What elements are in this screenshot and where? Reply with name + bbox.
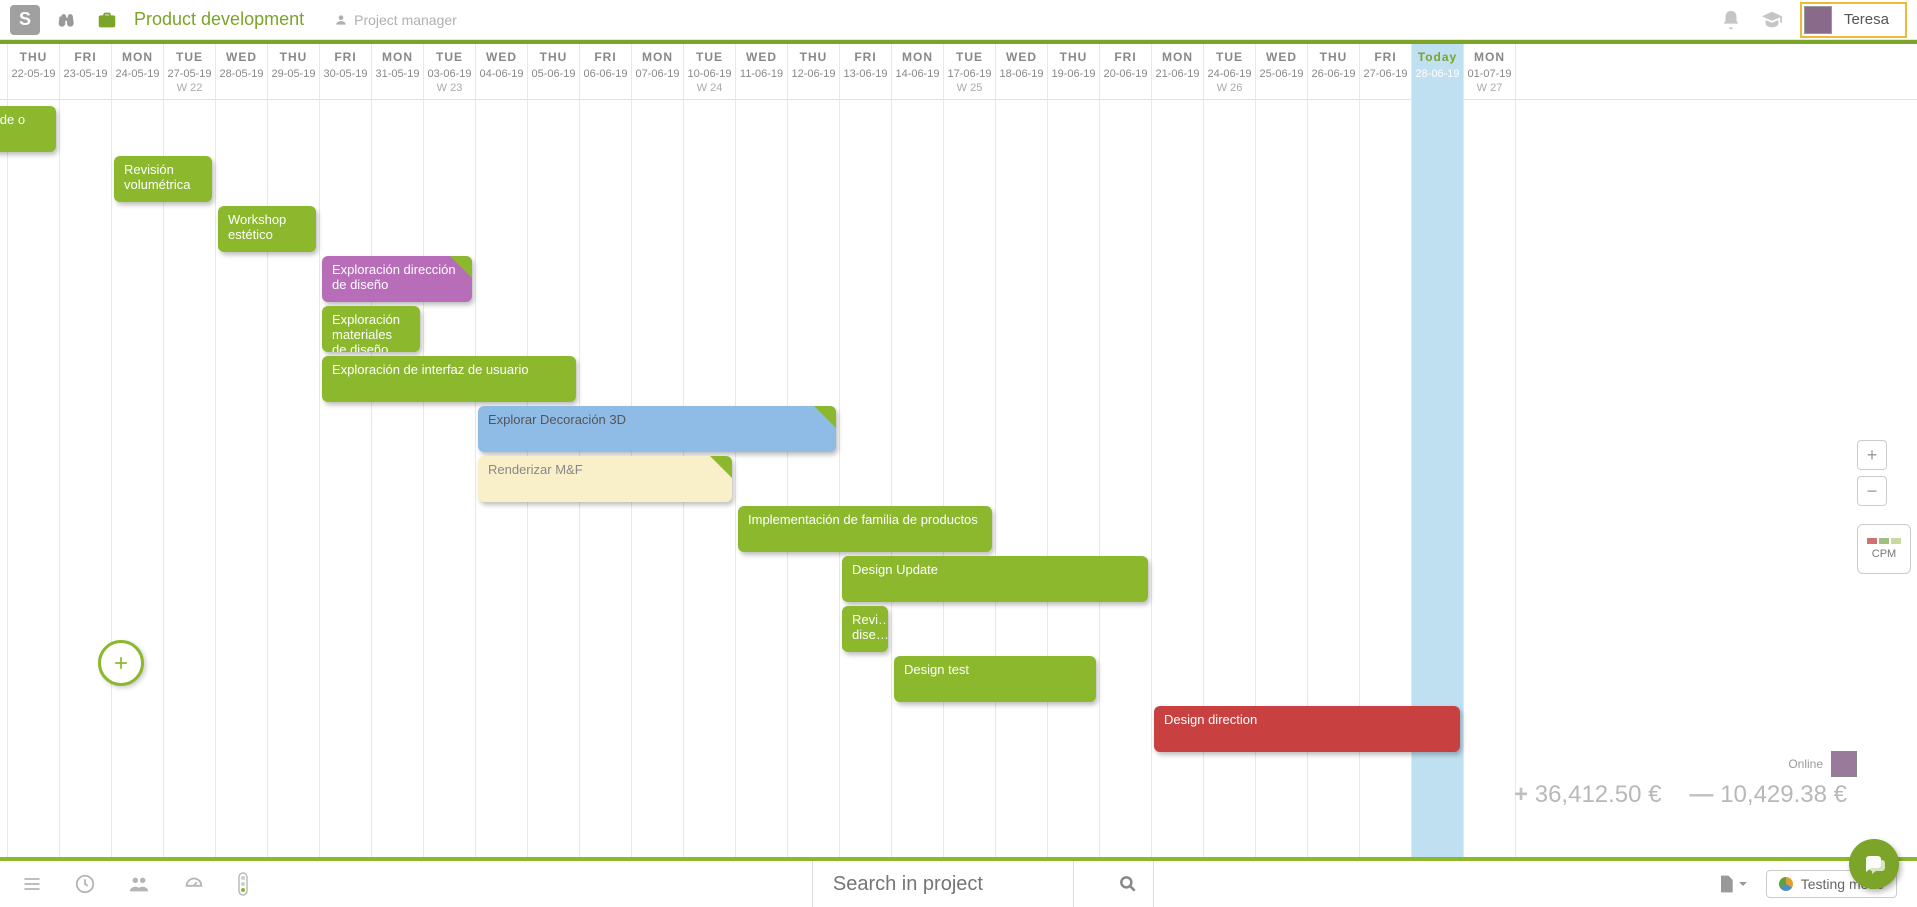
dashboard-icon[interactable]: [182, 873, 206, 895]
timeline-column: [944, 100, 996, 857]
timeline-column: [372, 100, 424, 857]
presence-status: Online: [1788, 757, 1823, 771]
zoom-in-button[interactable]: +: [1857, 440, 1887, 470]
search-container: [812, 861, 1074, 907]
timeline-column-header[interactable]: TUE27-05-19W 22: [164, 44, 216, 100]
income-value: 36,412.50 €: [1514, 781, 1661, 809]
bell-icon[interactable]: [1720, 9, 1742, 31]
gantt-task[interactable]: Explorar Decoración 3D: [478, 406, 836, 452]
timeline-column: [320, 100, 372, 857]
chat-button[interactable]: [1849, 839, 1899, 889]
graduation-icon[interactable]: [1760, 9, 1784, 31]
timeline-column: [840, 100, 892, 857]
timeline-header: THU22-05-19FRI23-05-19MON24-05-19TUE27-0…: [0, 44, 1917, 100]
timeline-column-header[interactable]: [0, 44, 8, 100]
briefcase-icon[interactable]: [94, 7, 120, 33]
timeline-column-header[interactable]: THU22-05-19: [8, 44, 60, 100]
bottombar: Testing mode: [0, 857, 1917, 907]
timeline-column: [164, 100, 216, 857]
timeline-column-header[interactable]: MON31-05-19: [372, 44, 424, 100]
timeline-column-header[interactable]: FRI27-06-19: [1360, 44, 1412, 100]
project-title[interactable]: Product development: [134, 9, 304, 30]
timeline-column-header[interactable]: FRI20-06-19: [1100, 44, 1152, 100]
gantt-task[interactable]: Exploración materiales de diseño: [322, 306, 420, 352]
gantt-task[interactable]: Implementación de familia de productos: [738, 506, 992, 552]
timeline-column-header[interactable]: MON24-05-19: [112, 44, 164, 100]
gantt-task[interactable]: Renderizar M&F: [478, 456, 732, 502]
timeline-column: [1100, 100, 1152, 857]
user-name: Teresa: [1844, 11, 1889, 28]
cpm-label: CPM: [1872, 548, 1896, 560]
timeline-column: [1464, 100, 1516, 857]
timeline-column-header[interactable]: Today28-06-19: [1412, 44, 1464, 100]
timeline-column-header[interactable]: TUE03-06-19W 23: [424, 44, 476, 100]
gantt-task[interactable]: shop de o: [0, 106, 56, 152]
timeline-column-header[interactable]: MON07-06-19: [632, 44, 684, 100]
clock-icon[interactable]: [74, 873, 96, 895]
timeline-column-header[interactable]: THU19-06-19: [1048, 44, 1100, 100]
timeline-column: [736, 100, 788, 857]
timeline-column-header[interactable]: TUE24-06-19W 26: [1204, 44, 1256, 100]
timeline-column-header[interactable]: THU29-05-19: [268, 44, 320, 100]
timeline-column-header[interactable]: MON01-07-19W 27: [1464, 44, 1516, 100]
timeline-column-header[interactable]: WED18-06-19: [996, 44, 1048, 100]
zoom-out-button[interactable]: −: [1857, 476, 1887, 506]
timeline-column-header[interactable]: THU12-06-19: [788, 44, 840, 100]
list-view-icon[interactable]: [20, 874, 44, 894]
finance-summary: 36,412.50 € 10,429.38 €: [1514, 781, 1847, 809]
gantt-grid[interactable]: shop de o Revisión volumétricaWorkshop es…: [0, 100, 1917, 857]
timeline-column-header[interactable]: WED11-06-19: [736, 44, 788, 100]
gantt-task[interactable]: Design test: [894, 656, 1096, 702]
timeline-column-header[interactable]: FRI23-05-19: [60, 44, 112, 100]
gantt-task[interactable]: Design Update: [842, 556, 1148, 602]
timeline-column-header[interactable]: THU26-06-19: [1308, 44, 1360, 100]
testing-mode-icon: [1779, 877, 1793, 891]
app-logo[interactable]: S: [10, 5, 40, 35]
project-manager-label[interactable]: Project manager: [334, 12, 457, 28]
expense-value: 10,429.38 €: [1690, 781, 1847, 809]
timeline-column: [788, 100, 840, 857]
zoom-controls: + − CPM: [1857, 440, 1911, 574]
document-menu[interactable]: [1716, 873, 1748, 895]
timeline-column-header[interactable]: WED04-06-19: [476, 44, 528, 100]
user-menu[interactable]: Teresa: [1800, 2, 1907, 38]
search-button[interactable]: [1104, 861, 1154, 907]
gantt-task[interactable]: Revi… dise…: [842, 606, 888, 652]
timeline-column-header[interactable]: MON14-06-19: [892, 44, 944, 100]
role-text: Project manager: [354, 12, 457, 28]
timeline-column-header[interactable]: FRI13-06-19: [840, 44, 892, 100]
timeline-column-header[interactable]: TUE17-06-19W 25: [944, 44, 996, 100]
timeline-column-header[interactable]: FRI30-05-19: [320, 44, 372, 100]
timeline-column-header[interactable]: FRI06-06-19: [580, 44, 632, 100]
timeline-column-header[interactable]: WED25-06-19: [1256, 44, 1308, 100]
timeline-column-header[interactable]: TUE10-06-19W 24: [684, 44, 736, 100]
timeline-column: [112, 100, 164, 857]
gantt-task[interactable]: Exploración dirección de diseño: [322, 256, 472, 302]
user-avatar: [1804, 6, 1832, 34]
timeline-column: [60, 100, 112, 857]
team-icon[interactable]: [126, 873, 152, 895]
gantt-task[interactable]: Design direction: [1154, 706, 1460, 752]
timeline-column: [1048, 100, 1100, 857]
timeline-column: [8, 100, 60, 857]
timeline-column: [996, 100, 1048, 857]
binoculars-icon[interactable]: [54, 7, 80, 33]
timeline-column-header[interactable]: WED28-05-19: [216, 44, 268, 100]
timeline-column-header[interactable]: MON21-06-19: [1152, 44, 1204, 100]
add-task-button[interactable]: [98, 640, 144, 686]
gantt-task[interactable]: Revisión volumétrica: [114, 156, 212, 202]
search-input[interactable]: [813, 861, 1073, 907]
topbar: S Product development Project manager Te…: [0, 0, 1917, 40]
presence-avatar[interactable]: [1831, 751, 1857, 777]
timeline-column-header[interactable]: THU05-06-19: [528, 44, 580, 100]
timeline-column: [892, 100, 944, 857]
traffic-light-icon[interactable]: [236, 872, 250, 896]
gantt-task[interactable]: Exploración de interfaz de usuario: [322, 356, 576, 402]
timeline-column: [424, 100, 476, 857]
gantt-task[interactable]: Workshop estético: [218, 206, 316, 252]
cpm-button[interactable]: CPM: [1857, 524, 1911, 574]
timeline-column: [0, 100, 8, 857]
presence-indicator: Online: [1788, 751, 1857, 777]
header-right-icons: [1720, 9, 1784, 31]
